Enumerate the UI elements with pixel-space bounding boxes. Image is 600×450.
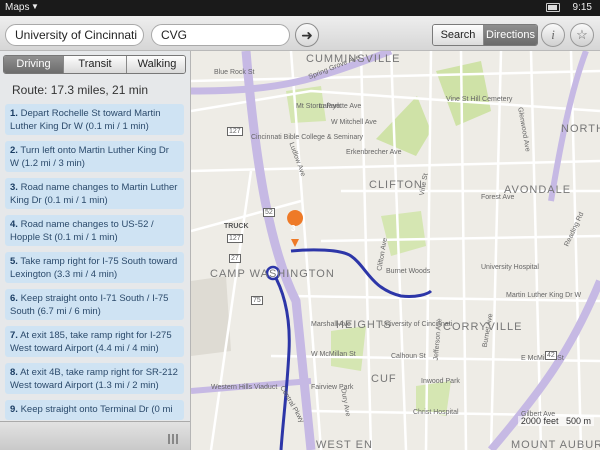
neighborhood-label: NORTH A — [561, 123, 600, 135]
route-line — [271, 272, 291, 450]
status-bar: Maps ▼ 9:15 — [0, 0, 600, 16]
park-label: Inwood Park — [421, 378, 460, 385]
battery-icon — [546, 3, 560, 12]
search-directions-toggle: Search Directions — [432, 24, 538, 46]
direction-step[interactable]: 1. Depart Rochelle St toward Martin Luth… — [5, 104, 184, 135]
route-shield-icon: 127 — [227, 234, 243, 243]
panel-footer — [0, 421, 190, 450]
directions-panel: Driving Transit Walking Route: 17.3 mile… — [0, 51, 191, 450]
street-label: E McMillan St — [521, 355, 564, 362]
route-summary: Route: 17.3 miles, 21 min — [12, 83, 149, 97]
app-menu-title[interactable]: Maps — [5, 2, 29, 13]
direction-step[interactable]: 8. At exit 4B, take ramp right for SR-21… — [5, 363, 184, 394]
street-label: W McMillan St — [311, 351, 356, 358]
neighborhood-label: WEST EN — [316, 439, 373, 450]
direction-step[interactable]: 3. Road name changes to Martin Luther Ki… — [5, 178, 184, 209]
neighborhood-label: CUF — [371, 373, 397, 385]
neighborhood-label: CORRYVILLE — [443, 321, 523, 333]
map-view[interactable]: 3 CUMMINSVILLE CLIFTON AVONDALE NORTH A … — [191, 51, 600, 450]
campus-label: University of Cincinnati — [381, 321, 453, 328]
direction-step[interactable]: 4. Road name changes to US-52 / Hopple S… — [5, 215, 184, 246]
park-label: Vine St Hill Cemetery — [446, 96, 513, 103]
park-area — [331, 326, 366, 371]
truck-route-label: TRUCK — [224, 223, 249, 230]
favorite-star-button[interactable]: ☆ — [570, 23, 594, 47]
go-arrow-button[interactable]: ➜ — [295, 23, 319, 47]
park-area — [436, 61, 491, 126]
park-label: Fairview Park — [311, 384, 354, 391]
tab-transit[interactable]: Transit — [63, 56, 126, 73]
tab-driving[interactable]: Driving — [4, 56, 63, 73]
clock: 9:15 — [572, 2, 592, 13]
street-label: Erkenbrecher Ave — [346, 149, 402, 156]
place-label: Christ Hospital — [413, 409, 459, 416]
route-shield-icon: 27 — [229, 254, 241, 263]
campus-label: Cincinnati Bible College & Seminary — [251, 134, 364, 141]
step-marker-number[interactable]: 3 — [291, 224, 295, 233]
street-label: Calhoun St — [391, 353, 426, 360]
neighborhood-label: CLIFTON — [369, 179, 423, 191]
street-label: Forest Ave — [481, 194, 515, 201]
park-area — [381, 211, 426, 256]
park-area — [376, 96, 431, 156]
route-shield-icon: 42 — [545, 351, 557, 360]
start-location-input[interactable]: University of Cincinnati — [5, 24, 144, 46]
street-label: Blue Rock St — [214, 69, 255, 76]
tab-walking[interactable]: Walking — [126, 56, 185, 73]
app-menu-chevron-icon[interactable]: ▼ — [31, 2, 39, 11]
direction-step[interactable]: 2. Turn left onto Martin Luther King Dr … — [5, 141, 184, 172]
park-label: Mt Storm Park — [296, 103, 341, 110]
street-label: W Mitchell Ave — [331, 119, 377, 126]
direction-step[interactable]: 5. Take ramp right for I-75 South toward… — [5, 252, 184, 283]
campus-label: University Hospital — [481, 264, 539, 271]
direction-step[interactable]: 7. At exit 185, take ramp right for I-27… — [5, 326, 184, 357]
toolbar: University of Cincinnati CVG ➜ Search Di… — [0, 16, 600, 51]
direction-step[interactable]: 9. Keep straight onto Terminal Dr (0 mi — [5, 400, 184, 420]
directions-button[interactable]: Directions — [484, 25, 537, 45]
info-button[interactable]: i — [541, 23, 565, 47]
resize-grip-icon[interactable] — [168, 431, 180, 444]
neighborhood-label: CAMP WASHINGTON — [210, 268, 335, 280]
street-label: Marshall Ave — [311, 321, 351, 328]
street-label: Martin Luther King Dr W — [506, 292, 582, 299]
street-label: Western Hills Viaduct — [211, 384, 278, 391]
route-shield-icon: 52 — [263, 208, 275, 217]
destination-input[interactable]: CVG — [151, 24, 290, 46]
route-shield-icon: 127 — [227, 127, 243, 136]
neighborhood-label: MOUNT AUBURN — [511, 439, 600, 450]
travel-mode-tabs: Driving Transit Walking — [3, 55, 186, 74]
search-button[interactable]: Search — [433, 25, 484, 45]
direction-step[interactable]: 6. Keep straight onto I-71 South / I-75 … — [5, 289, 184, 320]
route-shield-icon: 75 — [251, 296, 263, 305]
park-label: Burnet Woods — [386, 268, 431, 275]
map-scale: 2000 feet 500 m — [517, 416, 594, 426]
